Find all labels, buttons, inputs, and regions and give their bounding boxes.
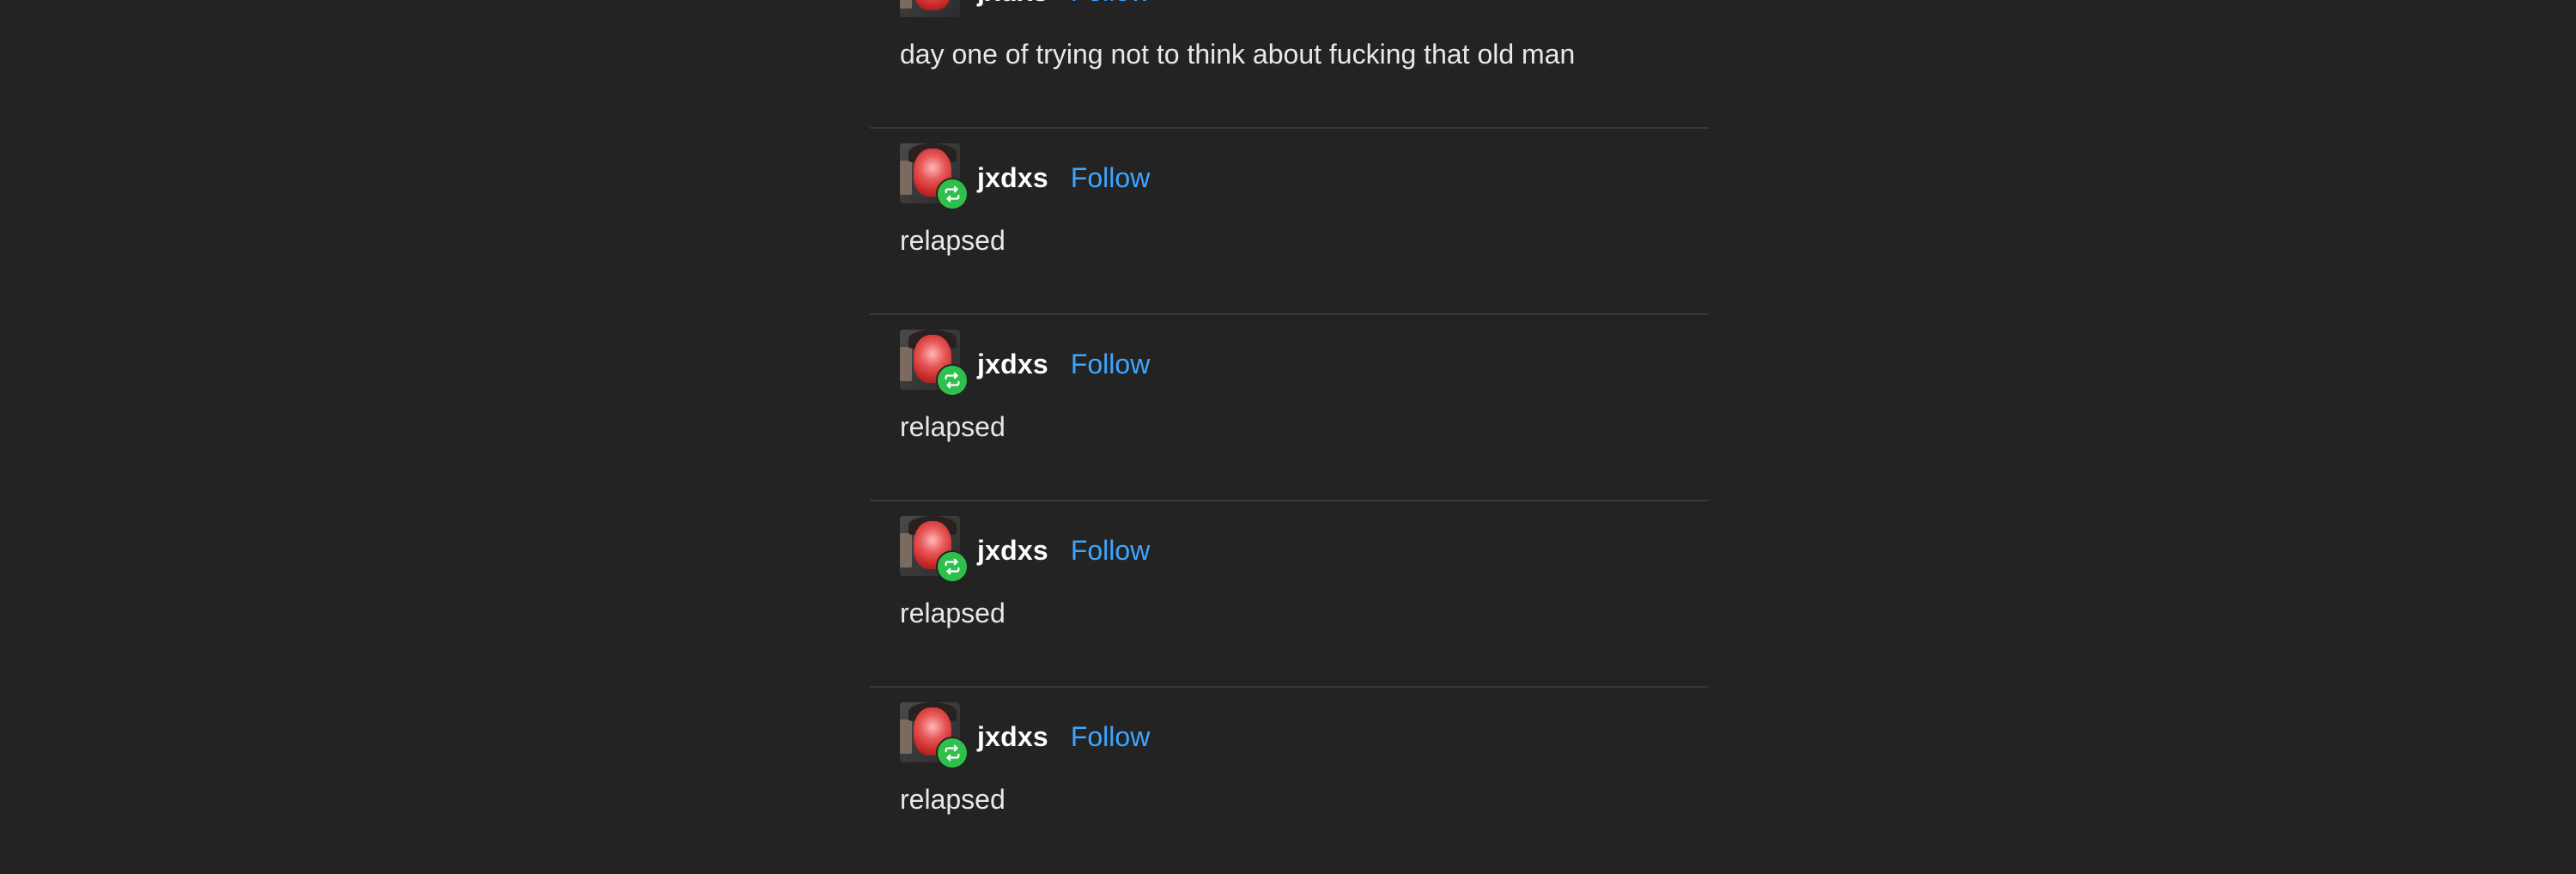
post-header: jxdxs Follow [900,516,1150,583]
reblog-icon [936,178,969,210]
post-text: relapsed [900,225,1005,256]
reblog-icon [936,737,969,769]
avatar[interactable] [900,516,969,585]
post-text: relapsed [900,784,1005,815]
follow-button[interactable]: Follow [1071,535,1150,567]
reblog-icon [936,364,969,397]
avatar-image [900,0,960,17]
username[interactable]: jxdxs [977,349,1048,380]
post-header: jxdxs Follow [900,330,1150,397]
thread-post: jxdxs Follow relapsed [870,315,1709,501]
follow-button[interactable]: Follow [1071,349,1150,380]
post-header: jxdxs Follow [900,702,1150,769]
reblog-thread: jxdxs Follow day one of trying not to th… [870,0,1709,859]
reblog-icon [936,550,969,583]
post-header: jxdxs Follow [900,0,1150,21]
avatar[interactable] [900,330,969,398]
follow-button[interactable]: Follow [1071,0,1150,8]
thread-post: jxdxs Follow relapsed [870,688,1709,874]
follow-button[interactable]: Follow [1071,721,1150,753]
username[interactable]: jxdxs [977,0,1048,8]
thread-post: jxdxs Follow day one of trying not to th… [870,0,1709,129]
username[interactable]: jxdxs [977,721,1048,753]
thread-post: jxdxs Follow relapsed [870,129,1709,315]
avatar[interactable] [900,702,969,771]
thread-post: jxdxs Follow relapsed [870,501,1709,688]
avatar[interactable] [900,143,969,212]
post-text: relapsed [900,598,1005,628]
post-text: day one of trying not to think about fuc… [900,39,1576,70]
follow-button[interactable]: Follow [1071,162,1150,194]
username[interactable]: jxdxs [977,162,1048,194]
post-header: jxdxs Follow [900,143,1150,210]
avatar[interactable] [900,0,969,26]
post-text: relapsed [900,411,1005,442]
username[interactable]: jxdxs [977,535,1048,567]
